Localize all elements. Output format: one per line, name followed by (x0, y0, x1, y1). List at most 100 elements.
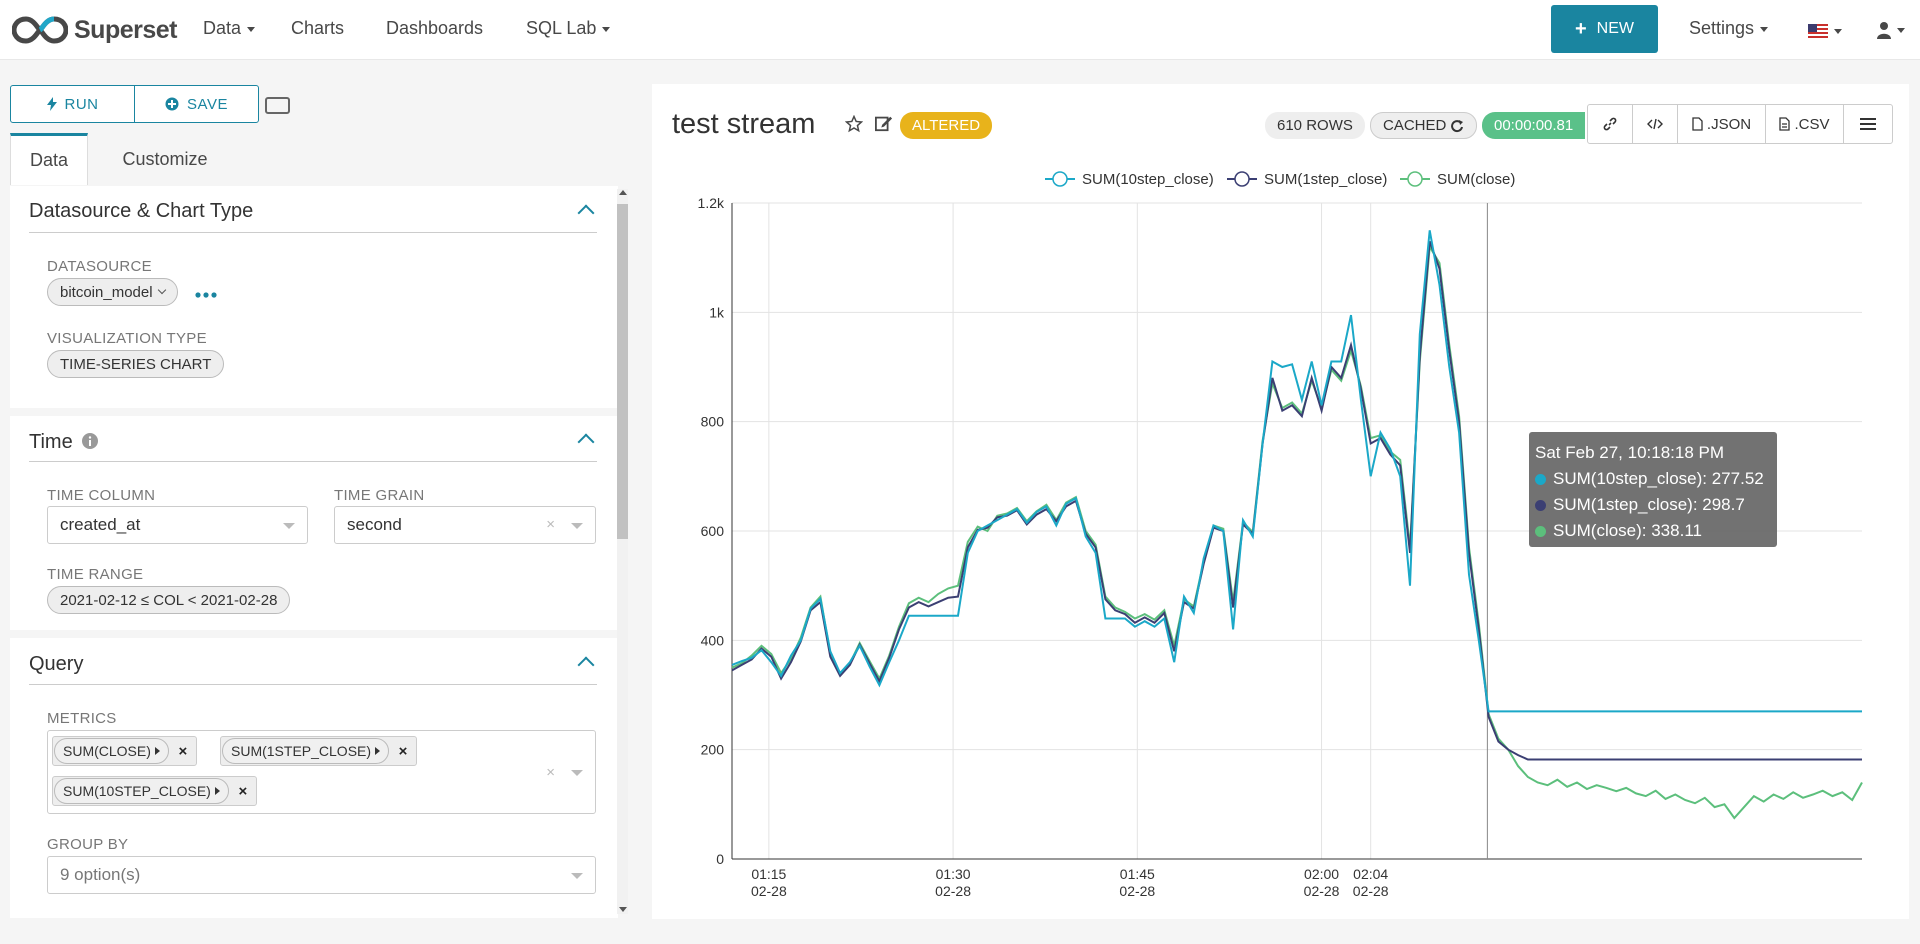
metric-tag-close[interactable]: SUM(CLOSE) × (52, 736, 197, 766)
plus-circle-icon (165, 97, 179, 111)
section-title-query[interactable]: Query (29, 653, 83, 676)
nav-sqllab-label: SQL Lab (526, 18, 597, 38)
edit-icon[interactable] (875, 114, 893, 132)
time-range-value: 2021-02-12 ≤ COL < 2021-02-28 (60, 591, 278, 609)
plus-icon: + (1574, 17, 1587, 40)
section-divider (29, 461, 597, 462)
section-divider (29, 232, 597, 233)
clear-icon[interactable]: × (546, 764, 555, 781)
tab-data-label: Data (29, 150, 69, 170)
time-column-value: created_at (60, 515, 141, 534)
remove-metric-icon[interactable]: × (390, 743, 416, 760)
section-title-time[interactable]: Time (29, 431, 99, 454)
clear-icon[interactable]: × (546, 516, 555, 533)
save-button[interactable]: SAVE (134, 86, 258, 122)
nav-data-menu[interactable]: Data (203, 18, 256, 39)
group-by-select[interactable]: 9 option(s) (47, 856, 596, 894)
metric-tag-1step[interactable]: SUM(1STEP_CLOSE) × (220, 736, 418, 766)
caret-down-icon (602, 26, 611, 32)
section-title-datasource[interactable]: Datasource & Chart Type (29, 200, 253, 223)
user-menu[interactable] (1877, 19, 1905, 40)
metric-name: SUM(CLOSE) (63, 743, 151, 759)
x-tick-sublabel: 02-28 (1119, 883, 1155, 899)
caret-right-icon (375, 747, 381, 755)
time-range-pill[interactable]: 2021-02-12 ≤ COL < 2021-02-28 (47, 586, 291, 614)
time-grain-label: TIME GRAIN (334, 487, 425, 504)
x-tick-sublabel: 02-28 (751, 883, 787, 899)
time-grain-value: second (347, 515, 402, 534)
caret-down-icon (1834, 28, 1842, 34)
panel-scrollbar-thumb[interactable] (617, 204, 628, 539)
nav-sqllab-menu[interactable]: SQL Lab (526, 18, 611, 39)
hamburger-icon (1860, 118, 1876, 130)
metric-tag-label[interactable]: SUM(10STEP_CLOSE) (54, 778, 229, 804)
language-menu[interactable] (1808, 20, 1842, 41)
series-dot-icon (1535, 500, 1546, 511)
remove-metric-icon[interactable]: × (170, 743, 196, 760)
visualization-type-label: VISUALIZATION TYPE (47, 330, 207, 347)
legend-marker-icon (1234, 171, 1250, 187)
more-options-icon[interactable] (195, 286, 217, 304)
metric-tag-label[interactable]: SUM(1STEP_CLOSE) (222, 738, 390, 764)
save-label: SAVE (187, 95, 228, 113)
altered-badge[interactable]: ALTERED (900, 112, 993, 139)
datasource-label: DATASOURCE (47, 258, 152, 275)
keyboard-icon[interactable] (265, 97, 290, 114)
tab-customize[interactable]: Customize (100, 133, 230, 185)
new-button[interactable]: + NEW (1551, 5, 1658, 53)
brand-logo[interactable]: Superset (12, 12, 177, 48)
nav-dashboards-label: Dashboards (386, 18, 484, 38)
refresh-icon (1451, 119, 1464, 132)
share-link-button[interactable] (1588, 105, 1633, 143)
caret-right-icon (154, 747, 160, 755)
nav-charts-link[interactable]: Charts (291, 18, 344, 39)
export-json-button[interactable]: .JSON (1678, 105, 1766, 143)
visualization-type-value: TIME-SERIES CHART (60, 355, 212, 373)
x-tick-label: 01:30 (936, 866, 971, 882)
remove-metric-icon[interactable]: × (230, 783, 256, 800)
time-column-label: TIME COLUMN (47, 487, 156, 504)
metrics-label: METRICS (47, 710, 117, 727)
chart-actions: .JSON .CSV (1587, 104, 1893, 144)
nav-data-label: Data (203, 18, 242, 38)
tab-data[interactable]: Data (10, 133, 88, 185)
tooltip-value: SUM(10step_close): 277.52 (1553, 469, 1764, 488)
cached-badge[interactable]: CACHED (1370, 112, 1478, 139)
scroll-up-arrow-icon[interactable] (619, 190, 627, 195)
run-button[interactable]: RUN (11, 86, 134, 122)
metric-tag-label[interactable]: SUM(CLOSE) (54, 738, 169, 764)
timer-badge: 00:00:00.81 (1482, 112, 1586, 139)
export-csv-button[interactable]: .CSV (1766, 105, 1844, 143)
time-range-label: TIME RANGE (47, 566, 144, 583)
visualization-type-pill[interactable]: TIME-SERIES CHART (47, 350, 225, 378)
tooltip-value: SUM(1step_close): 298.7 (1553, 495, 1745, 514)
y-tick-label: 1.2k (698, 195, 725, 211)
link-icon (1603, 117, 1617, 131)
json-label: .JSON (1706, 115, 1752, 133)
run-label: RUN (64, 95, 99, 113)
time-column-select[interactable]: created_at (47, 506, 308, 544)
time-grain-select[interactable]: second × (334, 506, 596, 544)
metric-tag-10step[interactable]: SUM(10STEP_CLOSE) × (52, 776, 257, 806)
time-title-text: Time (29, 431, 73, 453)
star-icon[interactable] (845, 115, 863, 133)
us-flag-icon (1808, 23, 1828, 39)
nav-dashboards-link[interactable]: Dashboards (386, 18, 483, 39)
dropdown-arrow-icon (571, 523, 583, 529)
series-dot-icon (1535, 474, 1546, 485)
scroll-down-arrow-icon[interactable] (619, 907, 627, 912)
x-tick-label: 02:00 (1304, 866, 1339, 882)
nav-charts-label: Charts (291, 18, 345, 38)
superset-logo-icon (12, 16, 68, 44)
y-tick-label: 200 (701, 742, 725, 758)
settings-menu[interactable]: Settings (1689, 18, 1769, 39)
chart-title[interactable]: test stream (672, 108, 815, 141)
group-by-label: GROUP BY (47, 836, 129, 853)
caret-down-icon (1760, 26, 1769, 32)
info-icon[interactable] (82, 433, 99, 449)
more-menu-button[interactable] (1844, 105, 1892, 143)
datasource-pill[interactable]: bitcoin_model (47, 278, 178, 306)
metric-name: SUM(10STEP_CLOSE) (63, 783, 211, 799)
embed-code-button[interactable] (1633, 105, 1678, 143)
tab-customize-label: Customize (122, 148, 208, 169)
